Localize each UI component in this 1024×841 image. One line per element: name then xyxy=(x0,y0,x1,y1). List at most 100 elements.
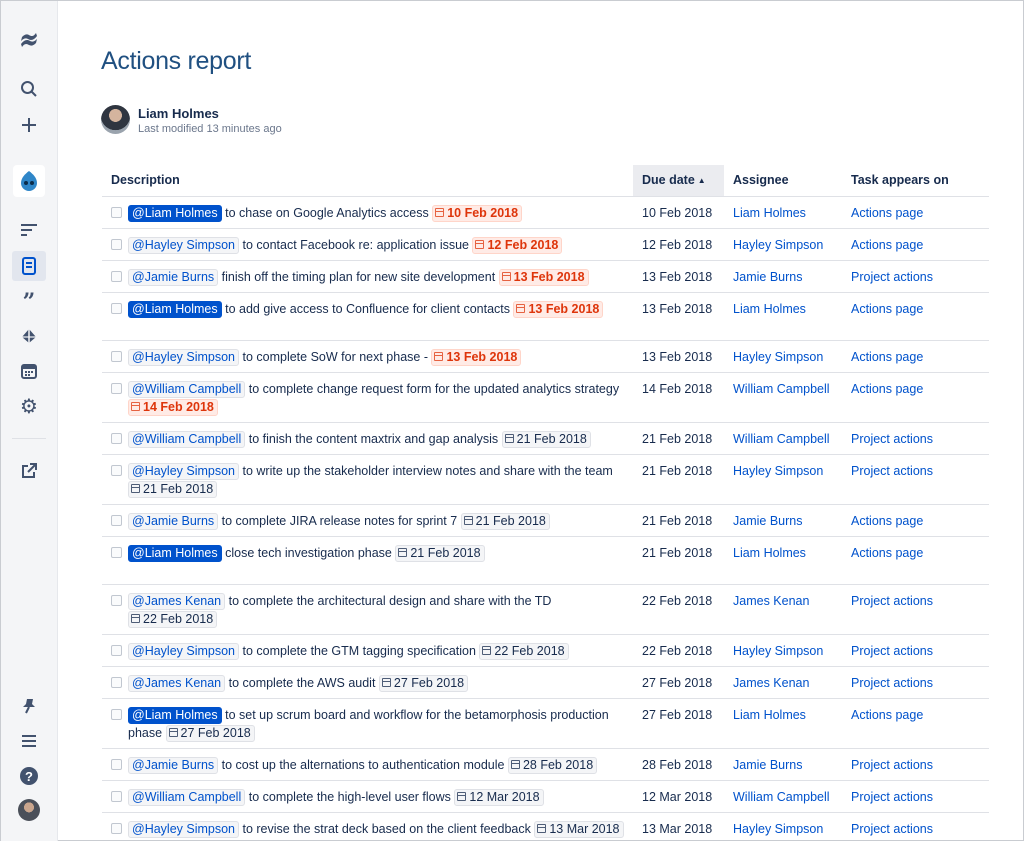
task-checkbox[interactable] xyxy=(111,350,122,362)
user-avatar[interactable] xyxy=(18,799,40,821)
space-avatar[interactable] xyxy=(13,165,45,197)
task-page-link[interactable]: Project actions xyxy=(851,822,933,836)
date-lozenge[interactable]: 22 Feb 2018 xyxy=(128,610,218,628)
assignee-link[interactable]: William Campbell xyxy=(733,382,830,396)
task-page-link[interactable]: Actions page xyxy=(851,302,923,316)
user-mention[interactable]: @Jamie Burns xyxy=(128,268,219,286)
task-checkbox[interactable] xyxy=(111,676,122,688)
date-lozenge[interactable]: 21 Feb 2018 xyxy=(395,544,485,562)
user-mention[interactable]: @William Campbell xyxy=(128,788,246,806)
user-mention[interactable]: @Liam Holmes xyxy=(128,204,222,222)
user-mention[interactable]: @Hayley Simpson xyxy=(128,236,240,254)
search-icon[interactable] xyxy=(12,74,46,104)
author-avatar[interactable] xyxy=(101,105,130,134)
user-mention[interactable]: @Hayley Simpson xyxy=(128,642,240,660)
task-checkbox[interactable] xyxy=(111,270,122,282)
task-checkbox[interactable] xyxy=(111,382,122,394)
calendar-icon[interactable] xyxy=(12,356,46,386)
task-checkbox[interactable] xyxy=(111,514,122,526)
task-page-link[interactable]: Actions page xyxy=(851,238,923,252)
task-page-link[interactable]: Actions page xyxy=(851,206,923,220)
user-mention[interactable]: @Liam Holmes xyxy=(128,300,222,318)
task-page-link[interactable]: Project actions xyxy=(851,464,933,478)
assignee-link[interactable]: Hayley Simpson xyxy=(733,464,823,478)
task-page-link[interactable]: Project actions xyxy=(851,758,933,772)
user-mention[interactable]: @James Kenan xyxy=(128,674,226,692)
user-mention[interactable]: @James Kenan xyxy=(128,592,226,610)
date-lozenge[interactable]: 13 Feb 2018 xyxy=(431,348,522,366)
date-lozenge[interactable]: 27 Feb 2018 xyxy=(165,724,255,742)
task-checkbox[interactable] xyxy=(111,238,122,250)
task-checkbox[interactable] xyxy=(111,464,122,476)
pin-icon[interactable] xyxy=(12,691,46,721)
task-checkbox[interactable] xyxy=(111,432,122,444)
date-lozenge[interactable]: 13 Feb 2018 xyxy=(513,300,604,318)
user-mention[interactable]: @Hayley Simpson xyxy=(128,462,240,480)
menu-icon[interactable] xyxy=(12,726,46,756)
assignee-link[interactable]: Jamie Burns xyxy=(733,758,802,772)
external-link-icon[interactable] xyxy=(12,456,46,486)
assignee-link[interactable]: William Campbell xyxy=(733,790,830,804)
task-page-link[interactable]: Actions page xyxy=(851,514,923,528)
task-page-link[interactable]: Actions page xyxy=(851,546,923,560)
assignee-link[interactable]: Jamie Burns xyxy=(733,270,802,284)
task-checkbox[interactable] xyxy=(111,594,122,606)
date-lozenge[interactable]: 10 Feb 2018 xyxy=(432,204,523,222)
task-page-link[interactable]: Project actions xyxy=(851,270,933,284)
task-checkbox[interactable] xyxy=(111,822,122,834)
date-lozenge[interactable]: 12 Mar 2018 xyxy=(454,788,544,806)
user-mention[interactable]: @William Campbell xyxy=(128,430,246,448)
date-lozenge[interactable]: 14 Feb 2018 xyxy=(128,398,218,416)
date-lozenge[interactable]: 27 Feb 2018 xyxy=(378,674,469,692)
task-checkbox[interactable] xyxy=(111,546,122,558)
date-lozenge[interactable]: 21 Feb 2018 xyxy=(460,512,550,530)
task-page-link[interactable]: Project actions xyxy=(851,676,933,690)
task-page-link[interactable]: Actions page xyxy=(851,382,923,396)
author-name[interactable]: Liam Holmes xyxy=(138,106,219,121)
confluence-logo-icon[interactable] xyxy=(12,25,46,55)
last-modified[interactable]: Last modified 13 minutes ago xyxy=(138,123,282,135)
assignee-link[interactable]: Liam Holmes xyxy=(733,206,806,220)
help-icon[interactable]: ? xyxy=(12,761,46,791)
assignee-link[interactable]: Hayley Simpson xyxy=(733,644,823,658)
task-page-link[interactable]: Project actions xyxy=(851,594,933,608)
header-task-appears-on[interactable]: Task appears on xyxy=(842,165,989,197)
assignee-link[interactable]: Hayley Simpson xyxy=(733,238,823,252)
assignee-link[interactable]: Hayley Simpson xyxy=(733,350,823,364)
plus-icon[interactable] xyxy=(12,110,46,140)
user-mention[interactable]: @Jamie Burns xyxy=(128,756,219,774)
user-mention[interactable]: @Hayley Simpson xyxy=(128,348,240,366)
gear-icon[interactable]: ⚙ xyxy=(12,391,46,421)
task-checkbox[interactable] xyxy=(111,302,122,314)
feather-icon[interactable] xyxy=(12,321,46,351)
assignee-link[interactable]: William Campbell xyxy=(733,432,830,446)
date-lozenge[interactable]: 28 Feb 2018 xyxy=(507,756,598,774)
assignee-link[interactable]: Jamie Burns xyxy=(733,514,802,528)
task-page-link[interactable]: Actions page xyxy=(851,708,923,722)
lines-icon[interactable] xyxy=(12,215,46,245)
user-mention[interactable]: @Liam Holmes xyxy=(128,544,222,562)
user-mention[interactable]: @Liam Holmes xyxy=(128,706,222,724)
task-checkbox[interactable] xyxy=(111,790,122,802)
date-lozenge[interactable]: 12 Feb 2018 xyxy=(472,236,563,254)
date-lozenge[interactable]: 21 Feb 2018 xyxy=(501,430,591,448)
date-lozenge[interactable]: 22 Feb 2018 xyxy=(479,642,569,660)
date-lozenge[interactable]: 13 Feb 2018 xyxy=(498,268,589,286)
assignee-link[interactable]: James Kenan xyxy=(733,676,809,690)
task-checkbox[interactable] xyxy=(111,644,122,656)
task-page-link[interactable]: Project actions xyxy=(851,432,933,446)
task-page-link[interactable]: Project actions xyxy=(851,790,933,804)
quote-icon[interactable]: ” xyxy=(12,287,46,317)
header-description[interactable]: Description xyxy=(102,165,633,197)
assignee-link[interactable]: Liam Holmes xyxy=(733,546,806,560)
task-checkbox[interactable] xyxy=(111,206,122,218)
task-checkbox[interactable] xyxy=(111,708,122,720)
assignee-link[interactable]: Liam Holmes xyxy=(733,302,806,316)
assignee-link[interactable]: Hayley Simpson xyxy=(733,822,823,836)
header-assignee[interactable]: Assignee xyxy=(724,165,842,197)
assignee-link[interactable]: Liam Holmes xyxy=(733,708,806,722)
date-lozenge[interactable]: 13 Mar 2018 xyxy=(534,820,624,838)
user-mention[interactable]: @Jamie Burns xyxy=(128,512,219,530)
user-mention[interactable]: @Hayley Simpson xyxy=(128,820,240,838)
header-due-date[interactable]: Due date ▲ xyxy=(633,165,724,197)
